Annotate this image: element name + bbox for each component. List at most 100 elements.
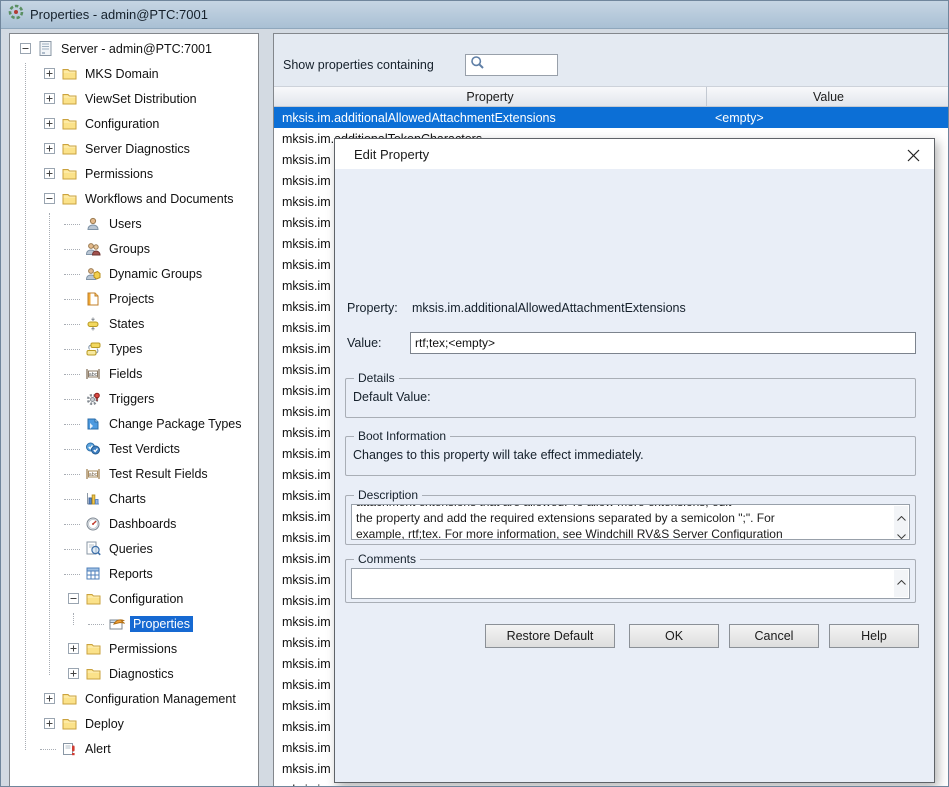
tree-item-dynamic-groups[interactable]: Dynamic Groups — [10, 261, 258, 286]
tree-item-label[interactable]: Users — [106, 216, 145, 232]
boot-information-group: Boot Information Changes to this propert… — [345, 436, 916, 476]
tree-item-label[interactable]: Permissions — [82, 166, 156, 182]
tree-item-label[interactable]: Dashboards — [106, 516, 179, 532]
expand-icon[interactable] — [44, 68, 55, 79]
expand-icon[interactable] — [44, 143, 55, 154]
search-box[interactable] — [465, 54, 558, 76]
tree-item-label[interactable]: Projects — [106, 291, 157, 307]
tree-item-label[interactable]: Change Package Types — [106, 416, 245, 432]
tree-item-alert[interactable]: Alert — [10, 736, 258, 761]
close-icon[interactable] — [906, 148, 920, 162]
table-row[interactable]: mksis.im.additionalAllowedAttachmentExte… — [274, 107, 949, 128]
folder-icon — [60, 166, 78, 182]
ok-button[interactable]: OK — [629, 624, 719, 648]
expand-icon[interactable] — [68, 643, 79, 654]
tree-item-label[interactable]: Charts — [106, 491, 149, 507]
scroll-up-icon[interactable] — [897, 572, 906, 590]
tree-item-groups[interactable]: Groups — [10, 236, 258, 261]
description-textarea[interactable]: attachment extensions that are allowed. … — [351, 504, 910, 540]
tree-item-reports[interactable]: Reports — [10, 561, 258, 586]
column-header-value[interactable]: Value — [707, 87, 949, 106]
tree-item-configuration[interactable]: Configuration — [10, 111, 258, 136]
expand-icon[interactable] — [44, 118, 55, 129]
tree-item-label[interactable]: Diagnostics — [106, 666, 177, 682]
tree-item-change-package-types[interactable]: Change Package Types — [10, 411, 258, 436]
expand-icon[interactable] — [44, 718, 55, 729]
description-scrollbar[interactable] — [894, 506, 908, 538]
tree-connector — [68, 486, 84, 511]
tree-connector — [68, 286, 84, 311]
tree-item-label[interactable]: Test Result Fields — [106, 466, 211, 482]
restore-default-button[interactable]: Restore Default — [485, 624, 615, 648]
tree-item-label[interactable]: Dynamic Groups — [106, 266, 205, 282]
tree-item-label[interactable]: Workflows and Documents — [82, 191, 236, 207]
tree-item-charts[interactable]: Charts — [10, 486, 258, 511]
tree-item-permissions[interactable]: Permissions — [10, 161, 258, 186]
tree-item-permissions[interactable]: Permissions — [10, 636, 258, 661]
tree-item-test-verdicts[interactable]: Test Verdicts — [10, 436, 258, 461]
tree-item-label[interactable]: Server Diagnostics — [82, 141, 193, 157]
tree-item-label[interactable]: Reports — [106, 566, 156, 582]
tree-item-label[interactable]: Configuration — [82, 116, 162, 132]
tree-item-triggers[interactable]: Triggers — [10, 386, 258, 411]
cancel-button[interactable]: Cancel — [729, 624, 819, 648]
tree-item-types[interactable]: Types — [10, 336, 258, 361]
tree-item-diagnostics[interactable]: Diagnostics — [10, 661, 258, 686]
tree-item-configuration-management[interactable]: Configuration Management — [10, 686, 258, 711]
tree-item-queries[interactable]: Queries — [10, 536, 258, 561]
tree-item-deploy[interactable]: Deploy — [10, 711, 258, 736]
tree-item-projects[interactable]: Projects — [10, 286, 258, 311]
expand-icon[interactable] — [44, 93, 55, 104]
value-input[interactable] — [410, 332, 916, 354]
expand-icon[interactable] — [44, 693, 55, 704]
comments-textarea[interactable] — [351, 568, 910, 599]
tree-item-label[interactable]: Permissions — [106, 641, 180, 657]
tree-item-label[interactable]: Configuration Management — [82, 691, 239, 707]
collapse-icon[interactable] — [68, 593, 79, 604]
tree-item-label[interactable]: Groups — [106, 241, 153, 257]
help-button[interactable]: Help — [829, 624, 919, 648]
table-header: Property Value — [274, 86, 949, 107]
tree-item-label[interactable]: States — [106, 316, 147, 332]
tree-item-properties[interactable]: Properties — [10, 611, 258, 636]
tree-item-label[interactable]: MKS Domain — [82, 66, 162, 82]
tree-item-workflows-and-documents[interactable]: Workflows and Documents — [10, 186, 258, 211]
expand-icon[interactable] — [44, 168, 55, 179]
tree-item-server-admin-ptc-7001[interactable]: Server - admin@PTC:7001 — [10, 36, 258, 61]
property-cell[interactable]: mksis.im — [274, 783, 707, 787]
tree-item-label[interactable]: Fields — [106, 366, 145, 382]
tree-item-server-diagnostics[interactable]: Server Diagnostics — [10, 136, 258, 161]
tree-item-label[interactable]: Triggers — [106, 391, 157, 407]
column-header-property[interactable]: Property — [274, 87, 707, 106]
tree-item-label[interactable]: Queries — [106, 541, 156, 557]
expand-icon[interactable] — [68, 668, 79, 679]
tree-item-mks-domain[interactable]: MKS Domain — [10, 61, 258, 86]
project-icon — [84, 291, 102, 307]
tree-item-label[interactable]: Configuration — [106, 591, 186, 607]
tree-item-viewset-distribution[interactable]: ViewSet Distribution — [10, 86, 258, 111]
description-group-title: Description — [354, 488, 422, 502]
tree-item-label[interactable]: Properties — [130, 616, 193, 632]
collapse-icon[interactable] — [44, 193, 55, 204]
search-input[interactable] — [488, 57, 552, 73]
property-cell[interactable]: mksis.im.additionalAllowedAttachmentExte… — [274, 111, 707, 125]
tree-item-states[interactable]: States — [10, 311, 258, 336]
scroll-up-icon[interactable] — [897, 508, 906, 526]
tree-item-label[interactable]: ViewSet Distribution — [82, 91, 200, 107]
tree-item-label[interactable]: Deploy — [82, 716, 127, 732]
comments-scrollbar[interactable] — [894, 570, 908, 597]
tree-item-label[interactable]: Types — [106, 341, 145, 357]
tree-item-label[interactable]: Server - admin@PTC:7001 — [58, 41, 215, 57]
dashboard-icon — [84, 516, 102, 532]
tree-item-users[interactable]: Users — [10, 211, 258, 236]
value-cell[interactable]: <empty> — [707, 111, 949, 125]
collapse-icon[interactable] — [20, 43, 31, 54]
tree-item-test-result-fields[interactable]: abcTest Result Fields — [10, 461, 258, 486]
scroll-down-icon[interactable] — [897, 590, 906, 599]
tree-item-fields[interactable]: abcFields — [10, 361, 258, 386]
tree-item-label[interactable]: Alert — [82, 741, 114, 757]
tree-item-dashboards[interactable]: Dashboards — [10, 511, 258, 536]
scroll-down-icon[interactable] — [897, 526, 906, 540]
tree-item-label[interactable]: Test Verdicts — [106, 441, 183, 457]
tree-item-configuration[interactable]: Configuration — [10, 586, 258, 611]
